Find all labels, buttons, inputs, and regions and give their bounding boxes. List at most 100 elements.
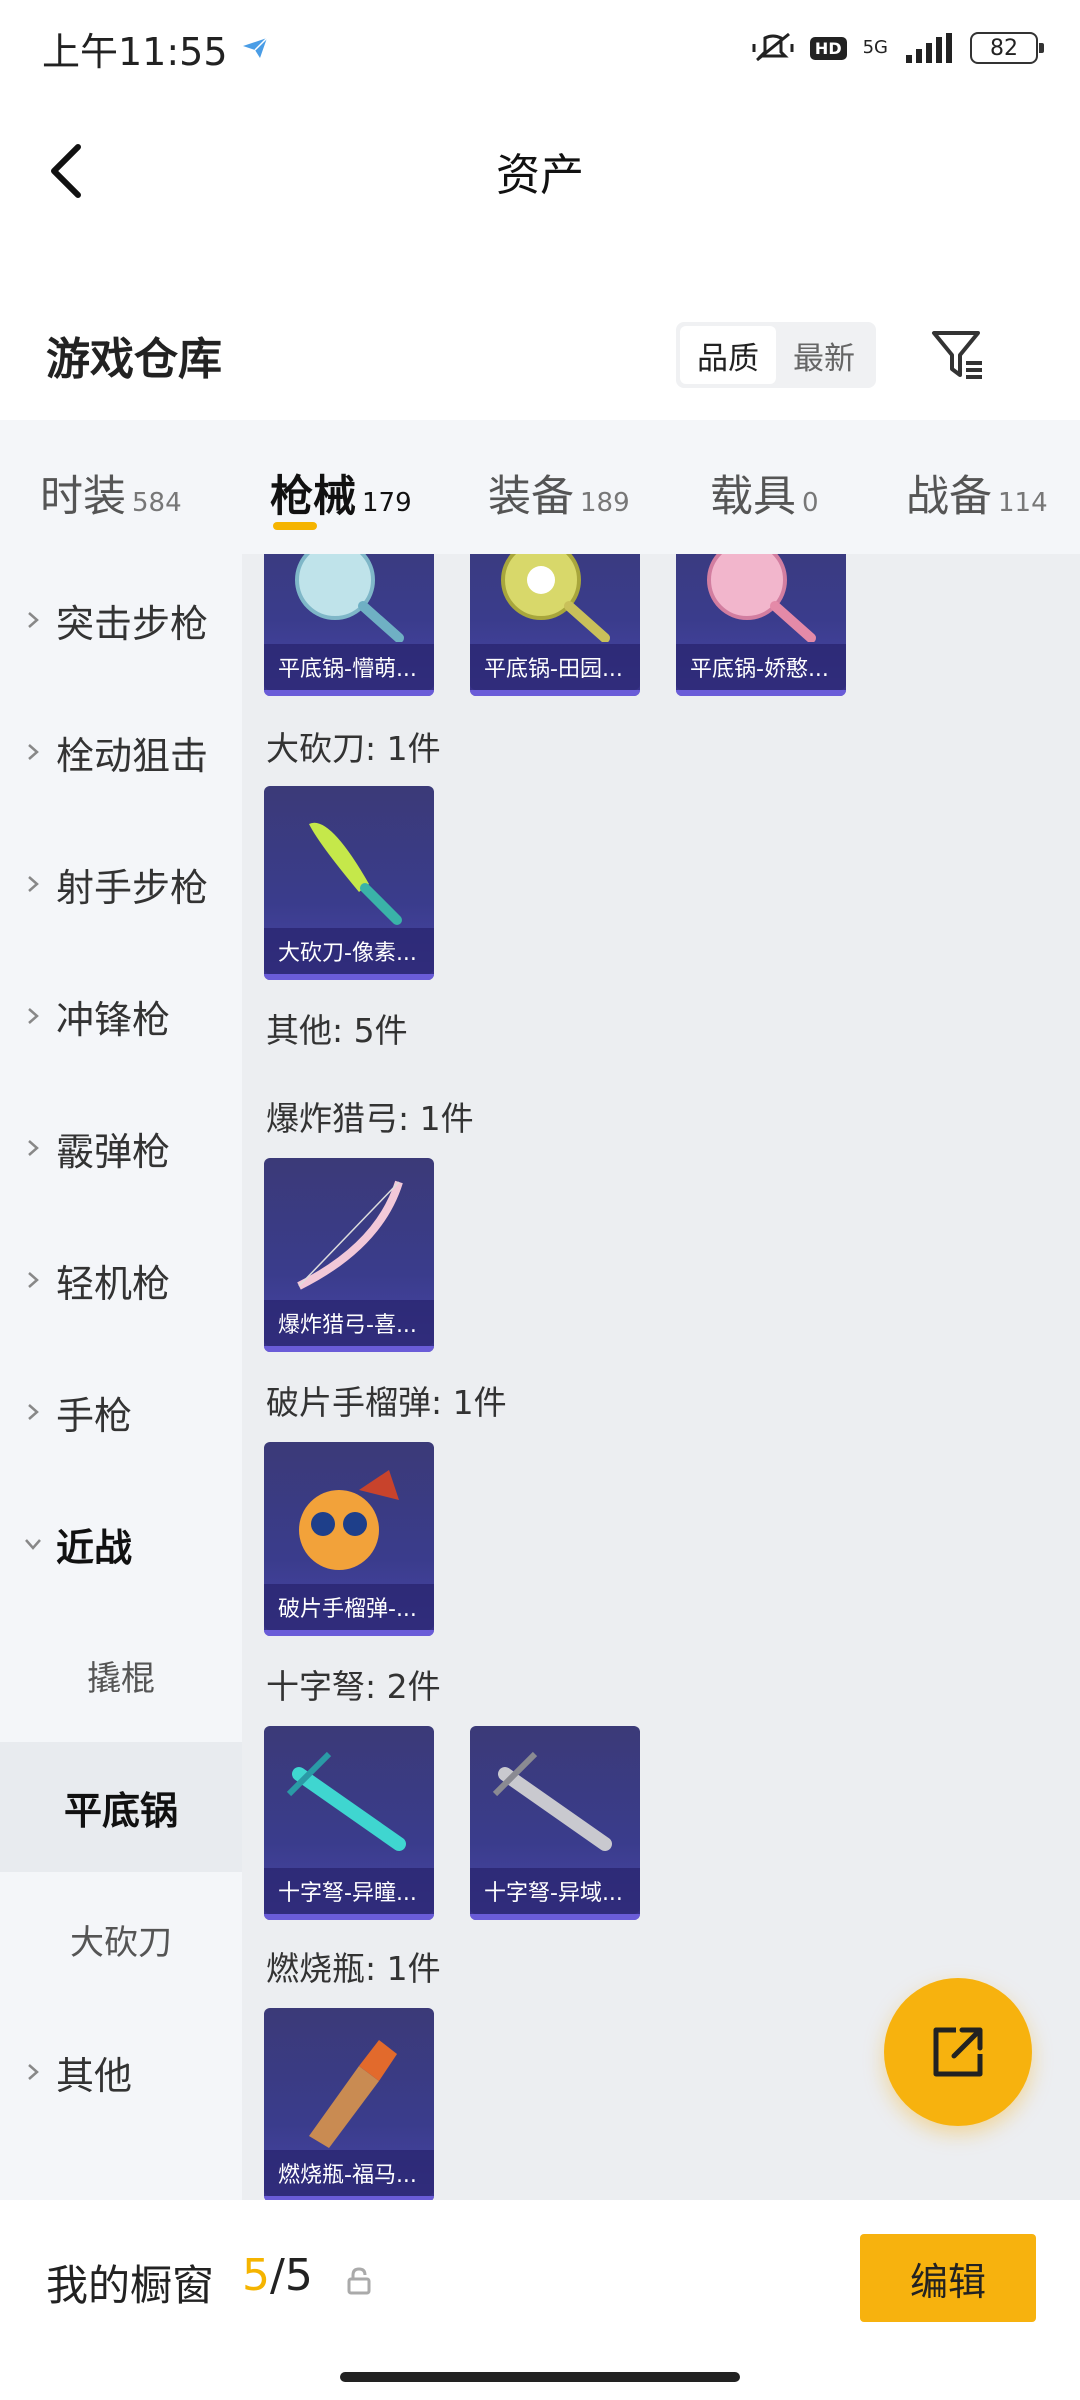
nav-label: 栓动狙击 [56,733,209,778]
sort-newest[interactable]: 最新 [776,326,872,384]
showcase-current: 5 [242,2250,270,2301]
nav-sub-machete[interactable]: 大砍刀 [0,1874,242,2004]
sort-quality[interactable]: 品质 [680,326,776,384]
item-card[interactable]: 十字弩-异瞳... [264,1726,434,1920]
frying-pan-icon [707,554,816,642]
crossbow-icon [492,1751,612,1851]
item-name: 破片手榴弹-... [264,1584,434,1630]
weapon-category-nav: 突击步枪 栓动狙击 射手步枪 冲锋枪 霰弹枪 轻机枪 手枪 近战 撬棍 平底锅 … [0,554,242,2200]
status-bar: 上午11:55 HD 5G 82 [0,0,1080,96]
back-button[interactable] [36,136,96,206]
item-card[interactable]: 十字弩-异域... [470,1726,640,1920]
nav-item-other[interactable]: 其他 [0,2006,242,2138]
item-card[interactable]: 大砍刀-像素... [264,786,434,980]
item-name: 燃烧瓶-福马... [264,2150,434,2196]
battery-level: 82 [990,35,1018,61]
tab-label: 时装 [40,472,126,522]
edit-button[interactable]: 编辑 [860,2234,1036,2322]
tab-guns[interactable]: 枪械 179 [270,420,412,554]
signal-icon [906,33,952,63]
group-label: 燃烧瓶: 1件 [266,1949,441,1988]
nav-label: 手枪 [56,1393,133,1438]
mute-vibrate-icon [752,32,794,62]
item-card[interactable]: 破片手榴弹-... [264,1442,434,1636]
chevron-right-icon [28,1008,39,1024]
nav-label: 突击步枪 [56,601,209,646]
nav-item-marksman-rifle[interactable]: 射手步枪 [0,818,242,950]
tab-fashion[interactable]: 时装 584 [40,420,182,554]
nav-label: 射手步枪 [56,865,209,910]
chevron-right-icon [28,612,39,628]
showcase-bar: 我的橱窗 5/5 编辑 [0,2200,1080,2400]
group-label: 十字弩: 2件 [266,1667,441,1706]
chevron-right-icon [28,1404,39,1420]
nav-sub-frying-pan[interactable]: 平底锅 [0,1742,242,1872]
section-title: 游戏仓库 [46,334,222,385]
nav-item-assault-rifle[interactable]: 突击步枪 [0,554,242,686]
grenade-icon [299,1470,399,1570]
tab-label: 战备 [906,472,992,522]
share-button[interactable] [884,1978,1032,2126]
tab-vehicles[interactable]: 载具 0 [710,420,819,554]
page-header: 资产 [0,96,1080,246]
page-title: 资产 [496,150,584,201]
network-type: 5G [862,37,888,58]
item-card[interactable]: 爆炸猎弓-喜... [264,1158,434,1352]
tab-label: 载具 [710,472,796,522]
item-name: 十字弩-异瞳... [264,1868,434,1914]
message-notification-icon [242,37,268,58]
chevron-right-icon [28,876,39,892]
filter-icon [932,331,982,379]
item-name: 平底锅-田园... [470,644,640,690]
nav-label: 冲锋枪 [56,997,171,1042]
item-card[interactable]: 平底锅-娇憨... [676,554,846,696]
tab-supplies[interactable]: 战备 114 [906,420,1048,554]
tab-label: 装备 [488,472,574,522]
item-name: 十字弩-异域... [470,1868,640,1914]
group-label: 其他: 5件 [266,1011,408,1050]
showcase-count: 5/5 [242,2250,313,2301]
item-name: 平底锅-娇憨... [676,644,846,690]
home-indicator [340,2372,740,2382]
tab-equipment[interactable]: 装备 189 [488,420,630,554]
frying-pan-icon [295,554,404,642]
item-card[interactable]: 平底锅-田园... [470,554,640,696]
chevron-left-icon [51,144,81,198]
item-name: 大砍刀-像素... [264,928,434,974]
nav-item-shotgun[interactable]: 霰弹枪 [0,1082,242,1214]
sort-toggle: 品质 最新 [676,322,876,388]
tab-label: 枪械 [270,472,356,522]
nav-item-bolt-sniper[interactable]: 栓动狙击 [0,686,242,818]
machete-icon [309,822,402,925]
nav-sub-crowbar[interactable]: 撬棍 [0,1610,242,1740]
tab-count: 179 [362,488,412,518]
chevron-right-icon [28,1140,39,1156]
molotov-icon [309,2040,397,2148]
nav-label: 近战 [56,1525,133,1570]
nav-label: 轻机枪 [56,1261,171,1306]
showcase-total: /5 [270,2250,313,2301]
nav-item-melee[interactable]: 近战 [0,1478,242,1610]
nav-item-lmg[interactable]: 轻机枪 [0,1214,242,1346]
group-label: 大砍刀: 1件 [266,729,441,768]
tab-count: 0 [802,488,819,518]
nav-label: 霰弹枪 [56,1129,171,1174]
tab-count: 114 [998,488,1048,518]
tab-count: 584 [132,488,182,518]
share-external-icon [933,2027,983,2077]
item-card[interactable]: 燃烧瓶-福马... [264,2008,434,2200]
chevron-down-icon [25,1539,41,1550]
hd-badge: HD [809,36,847,60]
item-name: 平底锅-懵萌... [264,644,434,690]
crossbow-icon [286,1751,406,1851]
active-tab-indicator [272,522,317,530]
item-name: 爆炸猎弓-喜... [264,1300,434,1346]
filter-button[interactable] [928,325,988,385]
nav-item-pistol[interactable]: 手枪 [0,1346,242,1478]
group-label: 破片手榴弹: 1件 [266,1383,507,1422]
item-card[interactable]: 平底锅-懵萌... [264,554,434,696]
nav-item-smg[interactable]: 冲锋枪 [0,950,242,1082]
nav-label: 其他 [56,2053,133,2098]
item-grid: 平底锅-懵萌... 平底锅-田园... 平底锅-娇憨... 大砍刀: 1件 大砍… [242,554,1080,2200]
chevron-right-icon [28,2064,39,2080]
